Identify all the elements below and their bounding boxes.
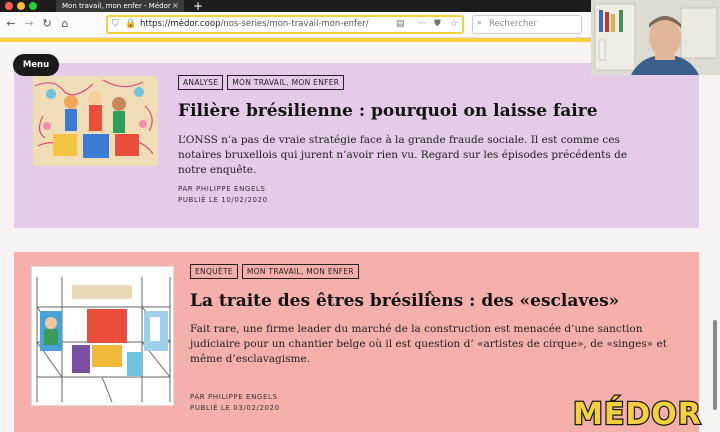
- shield-icon[interactable]: ⛉: [112, 19, 119, 29]
- url-text[interactable]: https://médor.coop/nos-series/mon-travai…: [140, 19, 369, 29]
- more-actions-icon[interactable]: ···: [418, 19, 427, 29]
- pocket-icon[interactable]: ⛊: [434, 19, 441, 29]
- menu-button[interactable]: Menu: [13, 54, 59, 76]
- tag-analyse[interactable]: ANALYSE: [178, 75, 224, 90]
- lock-icon[interactable]: 🔒: [125, 19, 136, 29]
- minimize-window-icon[interactable]: [17, 2, 25, 10]
- article-2-illustration[interactable]: [31, 266, 174, 406]
- search-icon: ⌕: [477, 18, 483, 28]
- article-1-title[interactable]: Filière brésilienne : pourquoi on laisse…: [178, 101, 598, 121]
- article-1-meta: PAR PHILIPPE ENGELS PUBLIÉ LE 10/02/2020: [178, 184, 268, 206]
- article-1-author[interactable]: PAR PHILIPPE ENGELS: [178, 184, 268, 195]
- article-1-date: PUBLIÉ LE 10/02/2020: [178, 196, 268, 204]
- page-content: ANALYSE MON TRAVAIL, MON ENFER Filière b…: [0, 42, 720, 432]
- tab-title: Mon travail, mon enfer - Médor: [62, 2, 171, 10]
- article-1-description: L’ONSS n’a pas de vraie stratégie face à…: [178, 134, 628, 176]
- close-window-icon[interactable]: [5, 2, 13, 10]
- webcam-video-overlay: [591, 0, 720, 75]
- medor-logo: MÉDOR: [570, 394, 716, 432]
- mouse-cursor-icon: ↖: [427, 289, 436, 300]
- maximize-window-icon[interactable]: [29, 2, 37, 10]
- article-2-date: PUBLIÉ LE 03/02/2020: [190, 404, 280, 412]
- url-host: https://médor.coop: [140, 19, 221, 29]
- home-icon[interactable]: ⌂: [58, 17, 72, 31]
- forward-icon[interactable]: →: [22, 17, 36, 31]
- tag-series[interactable]: MON TRAVAIL, MON ENFER: [241, 264, 359, 279]
- url-path: /nos-series/mon-travail-mon-enfer/: [220, 19, 369, 29]
- tab-close-icon[interactable]: ×: [172, 0, 179, 12]
- article-1-tags: ANALYSE MON TRAVAIL, MON ENFER: [178, 75, 345, 90]
- address-bar[interactable]: ⛉ 🔒 https://médor.coop/nos-series/mon-tr…: [106, 15, 464, 34]
- article-1-illustration[interactable]: [33, 76, 158, 166]
- article-2-description: Fait rare, une firme leader du marché de…: [190, 323, 667, 365]
- back-icon[interactable]: ←: [4, 17, 18, 31]
- article-card-1[interactable]: ANALYSE MON TRAVAIL, MON ENFER Filière b…: [14, 63, 699, 228]
- article-2-meta: PAR PHILIPPE ENGELS PUBLIÉ LE 03/02/2020: [190, 392, 280, 414]
- search-input[interactable]: Rechercher: [489, 19, 537, 29]
- medor-logo-text: MÉDOR: [573, 396, 702, 430]
- article-2-author[interactable]: PAR PHILIPPE ENGELS: [190, 392, 280, 403]
- tag-enquete[interactable]: ENQUÊTE: [190, 264, 238, 279]
- search-bar[interactable]: ⌕ Rechercher: [472, 15, 582, 34]
- article-2-title[interactable]: La traite des êtres brésiliens : des «es…: [190, 291, 619, 311]
- bookmark-star-icon[interactable]: ☆: [450, 19, 458, 29]
- reload-icon[interactable]: ↻: [40, 17, 54, 31]
- tag-series[interactable]: MON TRAVAIL, MON ENFER: [227, 75, 345, 90]
- article-2-tags: ENQUÊTE MON TRAVAIL, MON ENFER: [190, 264, 359, 279]
- new-tab-button[interactable]: +: [193, 0, 203, 12]
- browser-tab[interactable]: Mon travail, mon enfer - Médor: [56, 0, 184, 12]
- reader-view-icon[interactable]: ▤: [396, 19, 405, 29]
